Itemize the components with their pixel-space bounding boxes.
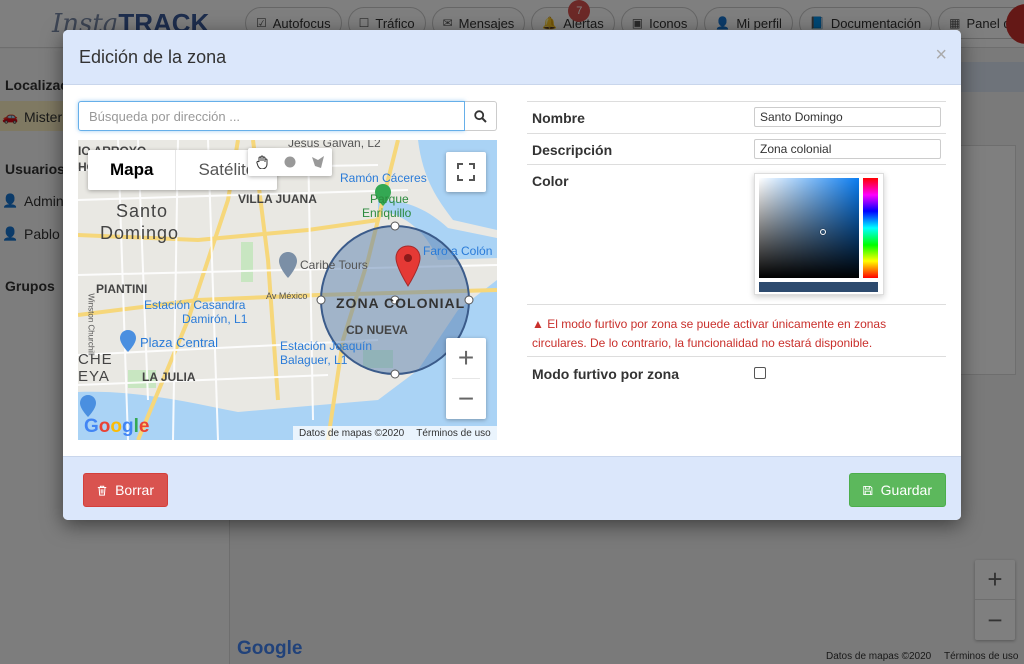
map-zoom-control: + −: [446, 338, 486, 419]
stealth-mode-checkbox[interactable]: [754, 367, 766, 379]
map-attribution: Datos de mapas ©2020 Términos de uso: [293, 426, 497, 440]
map-data-attribution: Datos de mapas ©2020: [299, 427, 405, 439]
delete-button[interactable]: Borrar: [83, 473, 168, 507]
map-label: EYA: [78, 368, 110, 385]
map-label: Winston Churchill: [86, 293, 96, 356]
name-input[interactable]: [754, 107, 941, 127]
address-search-group: [78, 101, 497, 131]
search-button[interactable]: [465, 101, 497, 131]
close-icon[interactable]: ×: [935, 44, 947, 66]
map-label: Ramón Cáceres: [340, 171, 427, 185]
map-label: Av México: [266, 291, 308, 301]
google-logo: Google: [84, 416, 150, 437]
form-row-color: Color: [527, 164, 946, 304]
fullscreen-icon: [457, 163, 475, 181]
map-label: Faro a Colón: [423, 244, 493, 258]
trash-icon: [97, 485, 107, 496]
name-label: Nombre: [532, 110, 585, 126]
zone-map[interactable]: Jesús Galván, L2 IO ARROYO HONDO Ramón C…: [78, 140, 497, 440]
form-row-name: Nombre: [527, 101, 946, 133]
map-terms-link[interactable]: Términos de uso: [416, 428, 490, 439]
map-label: Domingo: [100, 223, 180, 243]
map-type-map-button[interactable]: Mapa: [88, 150, 177, 190]
modal-footer: Borrar Guardar: [63, 456, 961, 520]
zone-form: Nombre Descripción Color ▲ El modo furti…: [527, 101, 946, 388]
map-label: CD NUEVA: [346, 323, 408, 337]
polygon-tool-icon[interactable]: [304, 148, 332, 176]
map-label: Plaza Central: [140, 335, 219, 350]
zone-edit-modal: Edición de la zona × Búsqueda por direcc…: [63, 30, 961, 520]
save-button[interactable]: Guardar: [849, 473, 946, 507]
stealth-mode-label: Modo furtivo por zona: [532, 366, 679, 382]
color-saturation-area[interactable]: [759, 178, 859, 278]
color-hue-slider[interactable]: [863, 178, 878, 278]
map-label: Enriquillo: [362, 206, 412, 220]
drawing-tools: [248, 148, 332, 176]
map-label: Santo: [116, 201, 169, 221]
map-label: Caribe Tours: [300, 258, 368, 272]
zoom-in-button[interactable]: +: [446, 338, 486, 378]
modal-body: Jesús Galván, L2 IO ARROYO HONDO Ramón C…: [63, 86, 961, 456]
map-label: ZONA COLONIAL: [336, 295, 466, 311]
color-picker-handle[interactable]: [820, 229, 826, 235]
map-label: PIANTINI: [96, 282, 148, 296]
description-input[interactable]: [754, 139, 941, 159]
description-label: Descripción: [532, 142, 613, 158]
save-icon: [863, 485, 873, 495]
circle-tool-icon[interactable]: [276, 148, 304, 176]
map-label: Estación Casandra: [144, 298, 246, 312]
zoom-out-button[interactable]: −: [446, 379, 486, 419]
map-label: LA JULIA: [142, 370, 196, 384]
warning-icon: ▲: [532, 317, 548, 331]
map-label: Estación Joaquín: [280, 339, 373, 353]
search-icon: [474, 109, 487, 123]
map-label: Parque: [370, 192, 409, 206]
map-label: Damirón, L1: [182, 312, 248, 326]
pan-hand-icon[interactable]: [248, 148, 276, 176]
modal-header: Edición de la zona ×: [63, 30, 961, 85]
map-label: Balaguer, L1: [280, 353, 348, 367]
address-search-input[interactable]: [78, 101, 465, 131]
form-row-warning: ▲ El modo furtivo por zona se puede acti…: [527, 304, 946, 356]
stealth-warning: ▲ El modo furtivo por zona se puede acti…: [532, 317, 887, 350]
form-row-stealth: Modo furtivo por zona: [527, 356, 946, 388]
color-picker[interactable]: [754, 173, 884, 295]
fullscreen-button[interactable]: [446, 152, 486, 192]
color-preview-swatch: [759, 282, 878, 292]
modal-title: Edición de la zona: [79, 47, 227, 67]
map-label: VILLA JUANA: [238, 192, 317, 206]
color-label: Color: [532, 173, 569, 189]
form-row-description: Descripción: [527, 133, 946, 164]
